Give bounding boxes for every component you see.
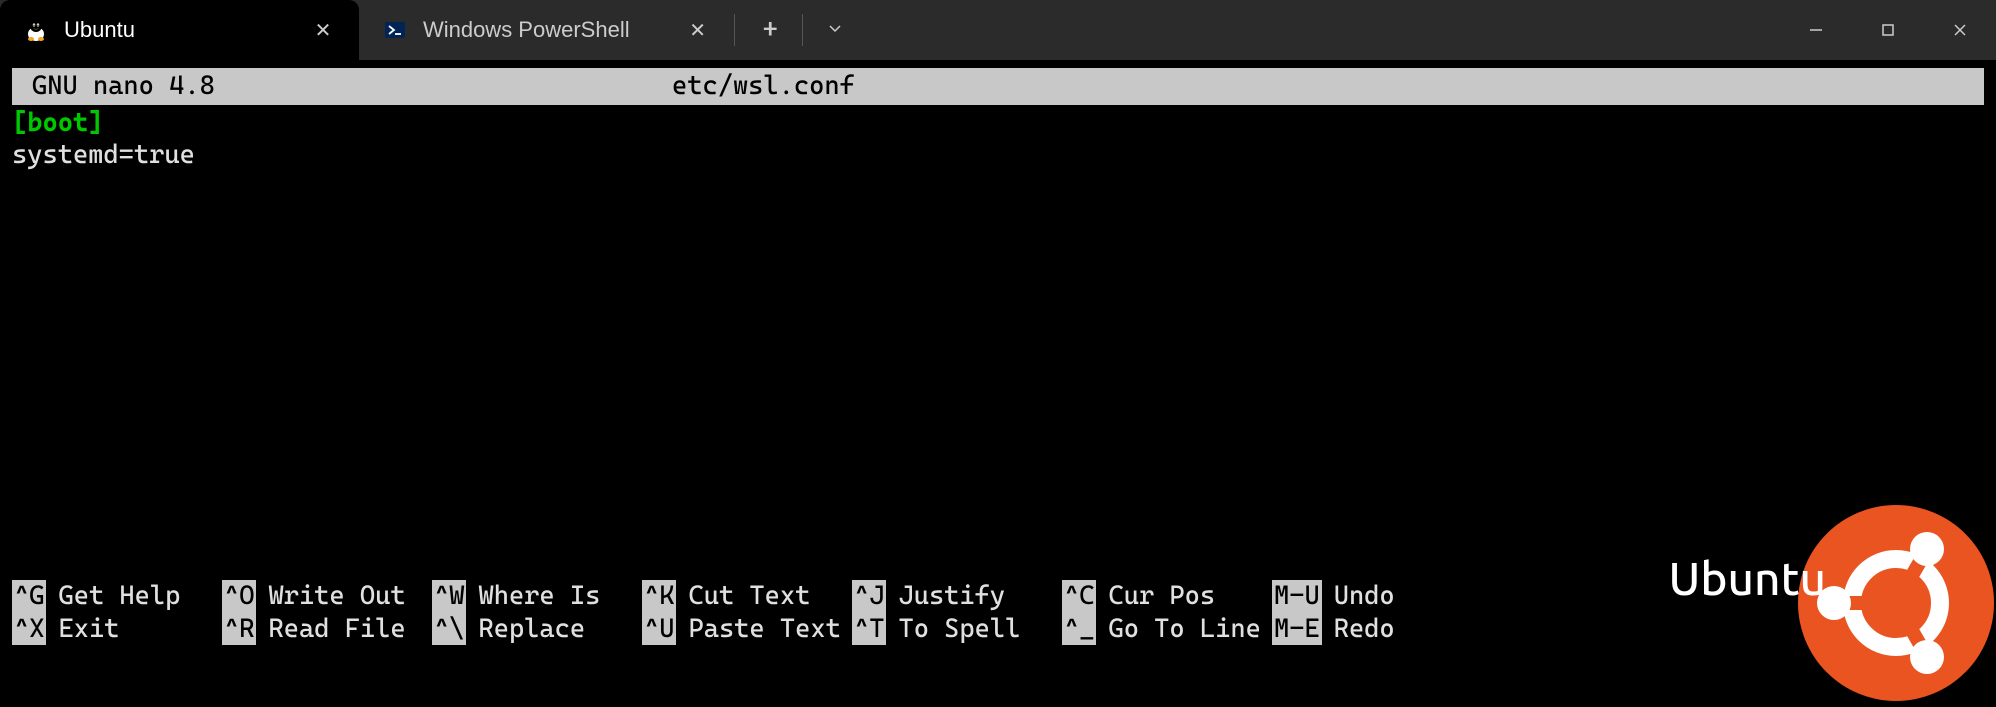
nano-cmd-redo[interactable]: M-ERedo: [1272, 613, 1442, 646]
nano-cmd-cut-text[interactable]: ^KCut Text: [642, 580, 852, 613]
nano-cmd-exit[interactable]: ^XExit: [12, 613, 222, 646]
tab-label: Ubuntu: [64, 17, 135, 43]
nano-commands-row-1: ^GGet Help ^OWrite Out ^WWhere Is ^KCut …: [12, 580, 1984, 613]
close-tab-icon[interactable]: ✕: [686, 18, 710, 43]
nano-cmd-cur-pos[interactable]: ^CCur Pos: [1062, 580, 1272, 613]
powershell-icon: [383, 18, 407, 42]
nano-cmd-justify[interactable]: ^JJustify: [852, 580, 1062, 613]
minimize-button[interactable]: [1780, 0, 1852, 60]
tabs-container: Ubuntu ✕ Windows PowerShell ✕ +: [0, 0, 1780, 60]
nano-app-name: GNU nano 4.8: [12, 70, 652, 103]
editor-content[interactable]: [boot] systemd=true: [0, 105, 1996, 174]
tab-powershell[interactable]: Windows PowerShell ✕: [359, 0, 734, 60]
nano-header: GNU nano 4.8 etc/wsl.conf: [12, 68, 1984, 105]
window-controls: [1780, 0, 1996, 60]
nano-cmd-where-is[interactable]: ^WWhere Is: [432, 580, 642, 613]
nano-cmd-write-out[interactable]: ^OWrite Out: [222, 580, 432, 613]
tab-label: Windows PowerShell: [423, 17, 630, 43]
nano-cmd-paste-text[interactable]: ^UPaste Text: [642, 613, 852, 646]
nano-cmd-undo[interactable]: M-UUndo: [1272, 580, 1442, 613]
tux-icon: [24, 18, 48, 42]
close-tab-icon[interactable]: ✕: [311, 18, 335, 43]
nano-cmd-read-file[interactable]: ^RRead File: [222, 613, 432, 646]
tab-divider: [802, 14, 803, 46]
close-window-button[interactable]: [1924, 0, 1996, 60]
nano-cmd-go-to-line[interactable]: ^_Go To Line: [1062, 613, 1272, 646]
nano-footer: ^GGet Help ^OWrite Out ^WWhere Is ^KCut …: [0, 580, 1996, 653]
nano-cmd-to-spell[interactable]: ^TTo Spell: [852, 613, 1062, 646]
maximize-button[interactable]: [1852, 0, 1924, 60]
tab-dropdown-button[interactable]: [811, 20, 859, 41]
chevron-down-icon: [827, 20, 843, 36]
ini-line: systemd=true: [12, 140, 195, 170]
tab-ubuntu[interactable]: Ubuntu ✕: [0, 0, 359, 60]
nano-cmd-replace[interactable]: ^\Replace: [432, 613, 642, 646]
nano-cmd-get-help[interactable]: ^GGet Help: [12, 580, 222, 613]
tab-controls: +: [735, 0, 859, 60]
nano-commands-row-2: ^XExit ^RRead File ^\Replace ^UPaste Tex…: [12, 613, 1984, 646]
new-tab-button[interactable]: +: [747, 15, 794, 45]
terminal-area[interactable]: GNU nano 4.8 etc/wsl.conf [boot] systemd…: [0, 60, 1996, 653]
nano-file-path: etc/wsl.conf: [652, 70, 1984, 103]
titlebar: Ubuntu ✕ Windows PowerShell ✕ +: [0, 0, 1996, 60]
ini-section: [boot]: [12, 108, 103, 138]
